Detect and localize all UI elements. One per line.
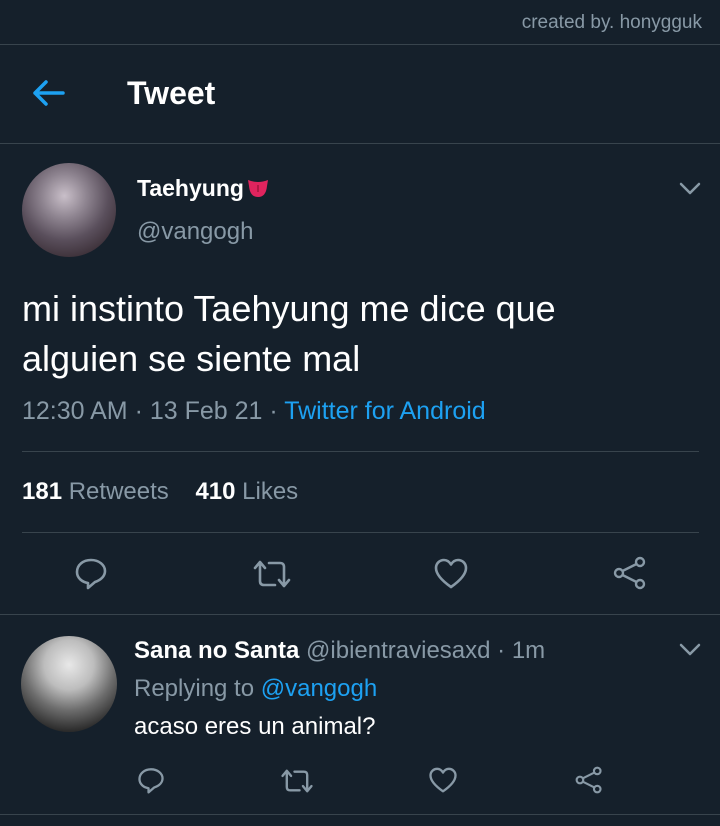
- top-bar: Tweet: [0, 44, 720, 144]
- retweet-label: Retweets: [68, 478, 169, 505]
- chevron-down-icon[interactable]: [679, 182, 701, 196]
- divider: [0, 614, 720, 615]
- replying-to: Replying to @vangogh: [134, 675, 377, 703]
- reply-icon[interactable]: [137, 766, 165, 794]
- share-icon[interactable]: [574, 766, 604, 794]
- author-name[interactable]: Taehyung: [137, 175, 244, 201]
- retweet-count: 181: [22, 478, 63, 505]
- divider: [22, 451, 699, 452]
- heart-icon[interactable]: [428, 767, 458, 794]
- retweets-stat[interactable]: 181 Retweets: [22, 478, 169, 505]
- reply-author-handle-time[interactable]: @ibientraviesaxd · 1m: [299, 637, 545, 664]
- retweet-icon[interactable]: [252, 559, 292, 589]
- tongue-emoji-icon: [247, 180, 268, 197]
- author-handle[interactable]: @vangogh: [137, 218, 253, 246]
- author-avatar[interactable]: [22, 163, 116, 257]
- like-label: Likes: [242, 478, 299, 505]
- reply-icon[interactable]: [74, 556, 108, 590]
- divider: [22, 532, 699, 533]
- author-name-row[interactable]: Taehyung: [137, 175, 270, 202]
- tweet-source-link[interactable]: Twitter for Android: [284, 397, 485, 425]
- tweet-text: mi instinto Taehyung me dice que alguien…: [22, 284, 702, 384]
- share-icon[interactable]: [612, 556, 648, 590]
- likes-stat[interactable]: 410 Likes: [195, 478, 298, 505]
- divider: [0, 814, 720, 815]
- reply-header: Sana no Santa @ibientraviesaxd · 1m: [134, 637, 545, 665]
- reply-author-avatar[interactable]: [21, 636, 117, 732]
- arrow-left-icon[interactable]: [30, 79, 66, 107]
- replying-mention-link[interactable]: @vangogh: [261, 675, 377, 702]
- tweet-time: 12:30 AM · 13 Feb 21 ·: [22, 397, 285, 425]
- tweet-stats: 181 Retweets 410 Likes: [22, 478, 298, 506]
- tweet-text-line: alguien se siente mal: [22, 338, 361, 379]
- replying-label: Replying to: [134, 675, 261, 702]
- tweet-text-line: mi instinto Taehyung me dice que: [22, 288, 556, 329]
- tweet-meta: 12:30 AM · 13 Feb 21 · Twitter for Andro…: [22, 397, 486, 426]
- retweet-icon[interactable]: [280, 768, 314, 794]
- heart-icon[interactable]: [433, 558, 469, 590]
- reply-text: acaso eres un animal?: [134, 713, 376, 740]
- page-title: Tweet: [127, 75, 216, 111]
- reply-author-name[interactable]: Sana no Santa: [134, 637, 299, 664]
- credit-text: created by. honygguk: [521, 12, 702, 33]
- like-count: 410: [195, 478, 236, 505]
- chevron-down-icon[interactable]: [679, 643, 701, 657]
